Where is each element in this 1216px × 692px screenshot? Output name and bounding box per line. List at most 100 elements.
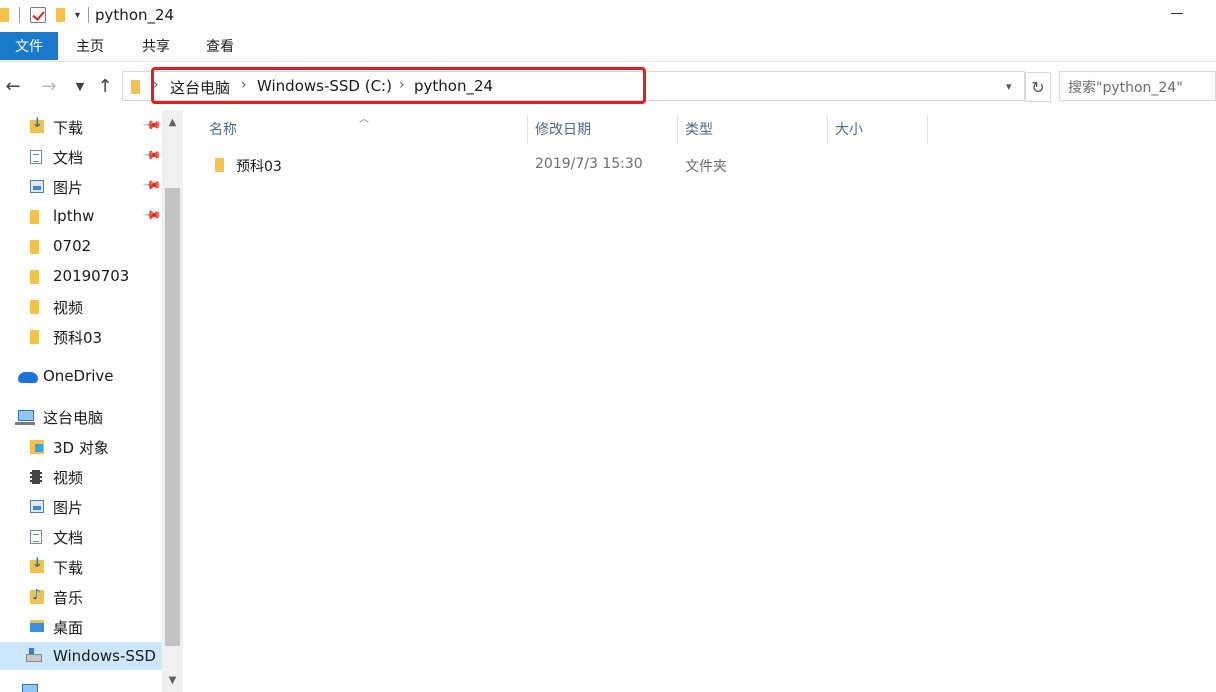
breadcrumb-current-folder[interactable]: python_24 (414, 77, 493, 95)
sidebar-item-label: 20190703 (53, 267, 130, 285)
sidebar-item-label: 视频 (53, 469, 84, 487)
download-folder-icon (30, 116, 44, 133)
search-input[interactable]: 搜索"python_24" (1059, 71, 1216, 101)
ribbon-tabs: 文件 主页 共享 查看 (0, 32, 1216, 62)
navigation-pane: 下载 📌 文档 📌 图片 📌 lpthw 📌 0702 20190703 视频 … (0, 110, 183, 692)
sidebar-item-videos-quick[interactable]: 视频 (0, 292, 162, 320)
pin-icon: 📌 (142, 204, 163, 226)
folder-icon (0, 8, 9, 22)
new-folder-icon[interactable] (56, 8, 65, 22)
column-header-date[interactable]: 修改日期 (527, 114, 677, 144)
sidebar-item-onedrive[interactable]: OneDrive (0, 362, 162, 390)
sidebar-item-label: 0702 (53, 237, 92, 255)
up-button[interactable]: ↑ (94, 74, 116, 98)
minimize-button[interactable] (1171, 13, 1183, 14)
folder-icon (215, 158, 224, 172)
pictures-icon (30, 180, 44, 193)
sidebar-item-3d-objects[interactable]: 3D 对象 (0, 432, 162, 460)
tab-share[interactable]: 共享 (128, 32, 184, 60)
pin-icon: 📌 (142, 114, 163, 136)
sidebar-item-windows-ssd[interactable]: Windows-SSD ( (0, 642, 167, 670)
file-date: 2019/7/3 15:30 (535, 156, 643, 172)
sidebar-item-documents[interactable]: 文档 📌 (0, 142, 163, 170)
computer-icon (15, 410, 35, 425)
sidebar-item-yuke03[interactable]: 预科03 (0, 322, 162, 350)
folder-icon (30, 330, 39, 344)
scrollbar-thumb[interactable] (165, 188, 180, 646)
column-header-name[interactable]: 名称 (201, 114, 527, 144)
file-name: 预科03 (236, 159, 282, 175)
sidebar-item-label: 文档 (53, 529, 84, 547)
tab-home[interactable]: 主页 (62, 32, 118, 60)
address-history-chevron-icon[interactable]: ▾ (1006, 80, 1012, 93)
folder-icon (30, 240, 39, 254)
sidebar-item-music[interactable]: 音乐 (0, 582, 162, 610)
sidebar-item-pictures[interactable]: 图片 📌 (0, 172, 163, 200)
folder-icon (30, 300, 39, 314)
customize-toolbar-chevron-icon[interactable]: ▾ (75, 10, 80, 21)
desktop-icon (30, 620, 44, 632)
drive-icon (26, 648, 42, 662)
documents-icon (30, 530, 42, 544)
sidebar-item-0702[interactable]: 0702 (0, 232, 162, 260)
sidebar-item-downloads[interactable]: 下载 📌 (0, 112, 163, 140)
sidebar-item-label: 文档 (53, 149, 84, 167)
sidebar-item-label: lpthw (53, 207, 95, 225)
quick-access-toolbar: ▾ (0, 0, 90, 30)
column-header-type[interactable]: 类型 (677, 114, 827, 144)
chevron-right-icon[interactable]: › (153, 77, 159, 93)
sidebar-item-desktop[interactable]: 桌面 (0, 612, 162, 640)
sidebar-item-videos[interactable]: 视频 (0, 462, 162, 490)
sidebar-item-label: 桌面 (53, 619, 84, 637)
sidebar-item-label: 下载 (53, 559, 84, 577)
properties-icon[interactable] (30, 7, 46, 23)
sidebar-item-label: 下载 (53, 119, 84, 137)
tab-file[interactable]: 文件 (0, 32, 58, 60)
sidebar-item-label: 预科03 (53, 329, 103, 347)
back-button[interactable]: ← (2, 74, 24, 98)
column-divider[interactable] (927, 114, 928, 144)
sidebar-item-label: 视频 (53, 299, 84, 317)
file-type: 文件夹 (685, 159, 727, 175)
sidebar-item-this-pc[interactable]: 这台电脑 (0, 402, 162, 430)
videos-icon (30, 470, 42, 484)
chevron-right-icon[interactable]: › (399, 77, 405, 93)
scroll-down-chevron-icon[interactable]: ▼ (162, 670, 183, 690)
download-folder-icon (30, 556, 44, 573)
sidebar-item-20190703[interactable]: 20190703 (0, 262, 162, 290)
folder-icon (131, 80, 140, 94)
refresh-button[interactable]: ↻ (1025, 72, 1051, 102)
folder-icon (30, 210, 39, 224)
recent-locations-chevron-icon[interactable]: ▼ (70, 74, 90, 98)
column-header-size[interactable]: 大小 (827, 114, 927, 144)
sidebar-item-network-partial[interactable] (0, 676, 162, 692)
title-bar: ▾ python_24 (0, 0, 1216, 30)
sidebar-item-label: OneDrive (43, 367, 114, 385)
sidebar-item-lpthw[interactable]: lpthw 📌 (0, 202, 163, 230)
address-bar[interactable]: › 这台电脑 › Windows-SSD (C:) › python_24 (122, 71, 1025, 101)
sidebar-item-downloads-pc[interactable]: 下载 (0, 552, 162, 580)
cloud-icon (18, 372, 38, 383)
sidebar-item-pictures-pc[interactable]: 图片 (0, 492, 162, 520)
sidebar-item-label: Windows-SSD ( (53, 647, 167, 665)
toolbar-divider (19, 7, 20, 23)
sidebar-item-label: 音乐 (53, 589, 84, 607)
sidebar-item-documents-pc[interactable]: 文档 (0, 522, 162, 550)
chevron-right-icon[interactable]: › (241, 77, 247, 93)
sidebar-scrollbar[interactable]: ▲ ▼ (162, 110, 183, 692)
breadcrumb-this-pc[interactable]: 这台电脑 (170, 77, 230, 98)
toolbar-divider (88, 7, 90, 23)
documents-icon (30, 150, 42, 164)
tab-view[interactable]: 查看 (192, 32, 248, 60)
sidebar-item-label: 图片 (53, 179, 84, 197)
breadcrumb-drive[interactable]: Windows-SSD (C:) (257, 77, 392, 95)
file-list-pane: ︿ 名称 修改日期 类型 大小 预科03 2019/7/3 15:30 文件夹 (183, 110, 1216, 692)
pin-icon: 📌 (142, 174, 163, 196)
scroll-up-chevron-icon[interactable]: ▲ (162, 112, 183, 132)
sidebar-item-label: 3D 对象 (53, 439, 109, 457)
table-row[interactable]: 预科03 2019/7/3 15:30 文件夹 (203, 150, 1203, 180)
pin-icon: 📌 (142, 144, 163, 166)
network-icon (22, 684, 38, 692)
forward-button[interactable]: → (38, 74, 60, 98)
window-title: python_24 (95, 6, 175, 24)
